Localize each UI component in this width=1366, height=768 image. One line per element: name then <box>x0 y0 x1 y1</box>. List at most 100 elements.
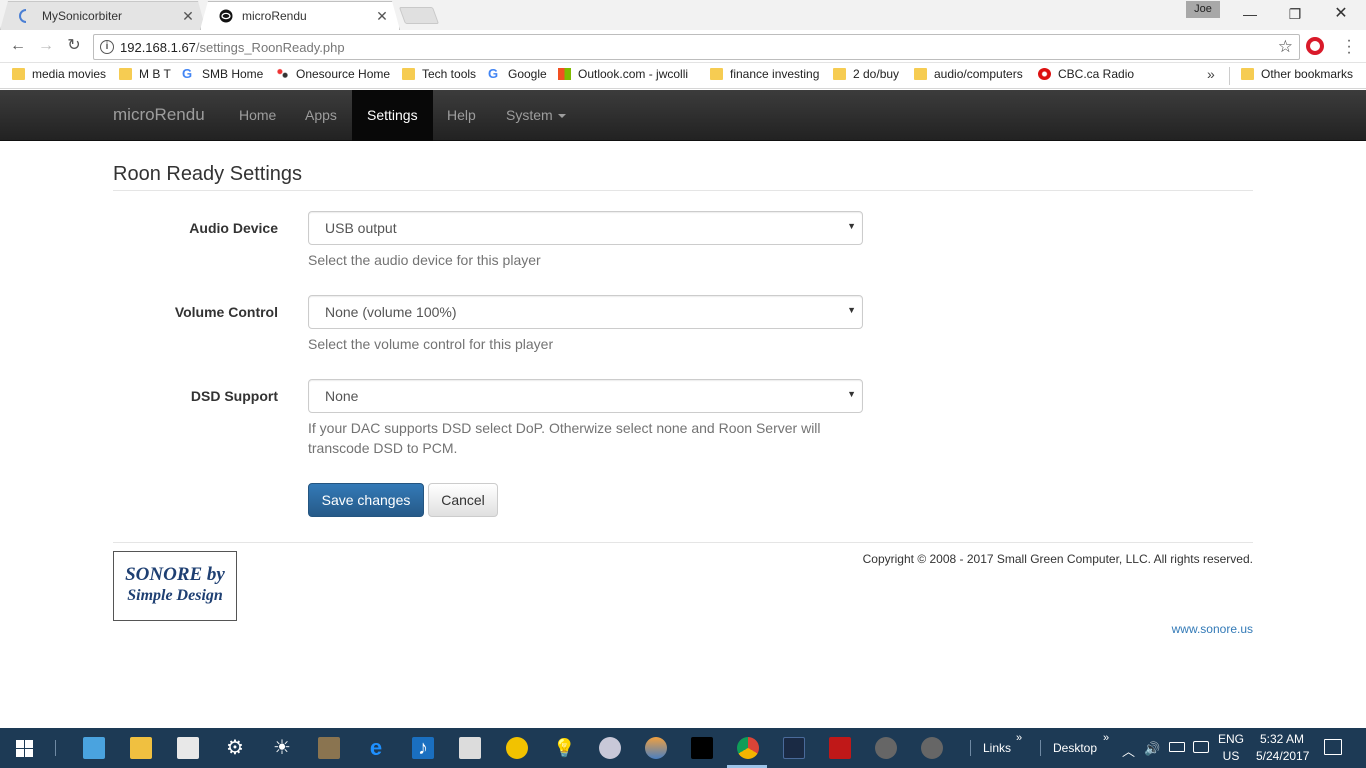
google-icon: G <box>182 66 193 81</box>
bookmark-item[interactable]: media movies <box>12 67 106 81</box>
cancel-button[interactable]: Cancel <box>428 483 498 517</box>
bookmark-item[interactable]: Onesource Home <box>276 67 390 81</box>
sonore-logo: SONORE by Simple Design <box>113 551 237 621</box>
copyright-text: Copyright © 2008 - 2017 Small Green Comp… <box>862 552 1253 566</box>
folder-icon <box>12 68 25 80</box>
action-center-icon[interactable] <box>1324 739 1342 755</box>
profile-button[interactable]: Joe <box>1186 1 1220 18</box>
reload-icon[interactable]: ↻ <box>64 36 84 56</box>
network-icon[interactable] <box>1193 741 1209 753</box>
audio-app-icon[interactable] <box>921 737 943 759</box>
info-icon[interactable]: i <box>100 40 114 54</box>
brand-link[interactable]: microRendu <box>113 105 205 125</box>
bookmark-separator <box>1229 67 1230 85</box>
store-icon[interactable] <box>177 737 199 759</box>
close-tab-icon[interactable]: ✕ <box>181 8 195 25</box>
links-toolbar[interactable]: Links <box>983 741 1011 755</box>
sonore-website-link[interactable]: www.sonore.us <box>1172 622 1253 636</box>
windows-icon <box>558 68 571 80</box>
speaker-app-icon[interactable] <box>318 737 340 759</box>
nav-system-dropdown[interactable]: System <box>491 90 581 141</box>
url-text[interactable]: 192.168.1.67/settings_RoonReady.php <box>120 40 345 55</box>
loading-icon <box>19 9 27 23</box>
system-clock[interactable]: 5:32 AM 5/24/2017 <box>1256 731 1309 765</box>
links-chevron[interactable]: » <box>1016 732 1022 744</box>
language-indicator[interactable]: ENG US <box>1216 731 1246 765</box>
dropdown-arrow-icon: ▼ <box>847 305 856 315</box>
select-value: USB output <box>325 220 397 236</box>
audio-app-icon[interactable] <box>875 737 897 759</box>
tidal-icon[interactable] <box>691 737 713 759</box>
edge-icon[interactable]: e <box>365 737 387 759</box>
nav-help[interactable]: Help <box>432 90 491 141</box>
dots-icon <box>276 68 289 80</box>
logo-line2: Simple Design <box>127 587 223 604</box>
save-changes-button[interactable]: Save changes <box>308 483 424 517</box>
back-icon[interactable]: ← <box>8 36 28 56</box>
paint-icon[interactable] <box>599 737 621 759</box>
bookmark-item[interactable]: Tech tools <box>402 67 476 81</box>
nav-apps[interactable]: Apps <box>290 90 352 141</box>
brightness-icon[interactable]: ☀ <box>271 737 293 759</box>
volume-icon[interactable]: 🔊 <box>1144 741 1160 757</box>
desktop-chevron[interactable]: » <box>1103 732 1109 744</box>
file-explorer-icon[interactable] <box>130 737 152 759</box>
roon-icon <box>219 9 233 23</box>
audio-device-select[interactable]: USB output ▼ <box>308 211 863 245</box>
lightbulb-icon[interactable]: 💡 <box>553 737 575 759</box>
url-host: 192.168.1.67 <box>120 40 196 55</box>
control-panel-icon[interactable] <box>83 737 105 759</box>
folder-icon <box>119 68 132 80</box>
photos-icon[interactable] <box>645 737 667 759</box>
bookmark-item[interactable]: G Google <box>488 67 547 81</box>
show-hidden-icons-icon[interactable]: ︿ <box>1122 741 1135 760</box>
windows-start-icon[interactable] <box>16 740 33 757</box>
dsd-support-label: DSD Support <box>190 388 278 404</box>
desktop-toolbar[interactable]: Desktop <box>1053 741 1097 755</box>
folder-icon <box>710 68 723 80</box>
minimize-icon[interactable]: — <box>1227 0 1273 28</box>
folder-icon <box>1241 68 1254 80</box>
nav-home[interactable]: Home <box>224 90 291 141</box>
bookmark-label: Google <box>508 67 547 81</box>
close-tab-icon[interactable]: ✕ <box>375 8 389 25</box>
chrome-icon[interactable] <box>737 737 759 759</box>
app-icon[interactable] <box>783 737 805 759</box>
divider <box>113 542 1253 543</box>
close-window-icon[interactable]: ✕ <box>1318 0 1364 28</box>
bookmark-star-icon[interactable]: ☆ <box>1278 37 1293 57</box>
opera-extension-icon[interactable] <box>1306 37 1324 55</box>
windows-taskbar: ⚙ ☀ e ♪ 💡 Links » Desktop » ︿ 🔊 ENG US 5:… <box>0 728 1366 768</box>
bookmark-item[interactable]: audio/computers <box>914 67 1023 81</box>
bookmark-item[interactable]: Outlook.com - jwcolli <box>558 67 694 81</box>
settings-gear-icon[interactable]: ⚙ <box>224 737 246 759</box>
taskbar-separator <box>970 740 971 756</box>
tools-icon[interactable] <box>829 737 851 759</box>
bookmark-item[interactable]: CBC.ca Radio <box>1038 67 1134 81</box>
browser-toolbar: ← → ↻ i 192.168.1.67/settings_RoonReady.… <box>0 30 1366 63</box>
bookmark-item[interactable]: 2 do/buy <box>833 67 899 81</box>
tab-mysonicorbiter[interactable]: MySonicorbiter ✕ <box>0 1 206 30</box>
calculator-icon[interactable] <box>459 737 481 759</box>
bookmark-label: Onesource Home <box>296 67 391 81</box>
battery-icon[interactable] <box>1169 742 1185 752</box>
bookmark-label: Tech tools <box>422 67 477 81</box>
address-bar[interactable]: i 192.168.1.67/settings_RoonReady.php ☆ <box>93 34 1300 60</box>
bookmark-item[interactable]: finance investing <box>710 67 819 81</box>
browser-menu-icon[interactable]: · · · <box>1345 33 1353 61</box>
norton-icon[interactable] <box>506 737 528 759</box>
more-bookmarks-chevron[interactable]: » <box>1207 66 1215 82</box>
bookmark-item[interactable]: M B T <box>119 67 171 81</box>
restore-icon[interactable]: ❐ <box>1272 0 1318 28</box>
forward-icon[interactable]: → <box>36 36 56 56</box>
tab-title: MySonicorbiter <box>42 9 123 23</box>
dsd-support-select[interactable]: None ▼ <box>308 379 863 413</box>
nav-settings[interactable]: Settings <box>352 90 433 141</box>
bookmark-item[interactable]: G SMB Home <box>182 67 263 81</box>
volume-control-select[interactable]: None (volume 100%) ▼ <box>308 295 863 329</box>
tab-microrendu[interactable]: microRendu ✕ <box>200 1 400 30</box>
music-icon[interactable]: ♪ <box>412 737 434 759</box>
new-tab-button[interactable] <box>398 7 440 24</box>
dropdown-arrow-icon: ▼ <box>847 221 856 231</box>
other-bookmarks[interactable]: Other bookmarks <box>1241 67 1353 81</box>
